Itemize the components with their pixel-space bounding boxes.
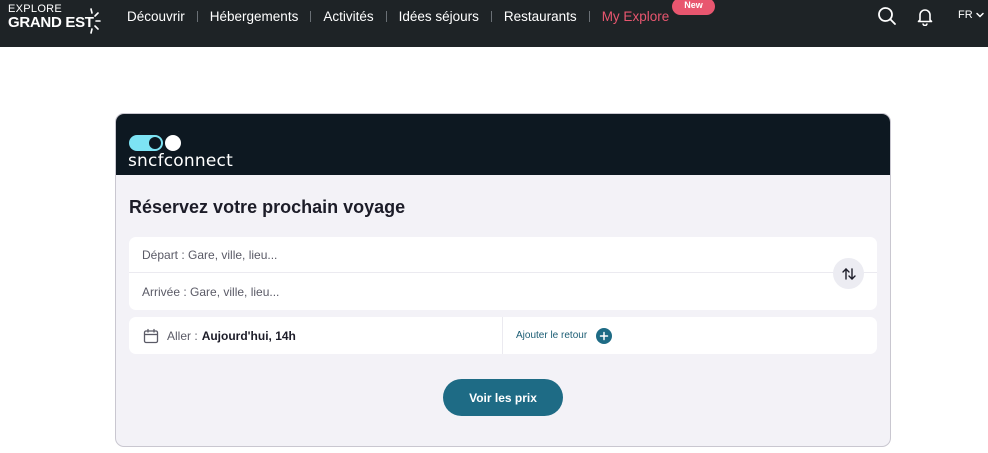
- booking-title: Réservez votre prochain voyage: [129, 197, 406, 217]
- nav-divider: [490, 11, 492, 22]
- swap-stations-button[interactable]: [833, 258, 864, 289]
- nav-divider: [310, 11, 312, 22]
- nav-item-idees-sejours[interactable]: Idées séjours: [399, 9, 479, 24]
- top-navigation-bar: EXPLORE GRAND EST Découvrir Hébergements…: [0, 0, 988, 47]
- sncf-toggle-logo-icon: [129, 135, 181, 151]
- sncf-booking-widget: sncfconnect Réservez votre prochain voya…: [115, 113, 891, 447]
- arrival-placeholder: Arrivée : Gare, ville, lieu...: [142, 285, 280, 299]
- nav-item-decouvrir[interactable]: Découvrir: [127, 9, 185, 24]
- swap-arrows-icon: [841, 267, 856, 280]
- add-return-label: Ajouter le retour: [516, 330, 588, 341]
- add-return-button[interactable]: Ajouter le retour: [516, 317, 613, 354]
- voir-les-prix-button[interactable]: Voir les prix: [443, 379, 563, 416]
- sun-burst-icon: [90, 8, 101, 34]
- bell-icon[interactable]: [915, 6, 935, 27]
- departure-placeholder: Départ : Gare, ville, lieu...: [142, 247, 278, 262]
- main-nav: Découvrir Hébergements Activités Idées s…: [127, 0, 669, 33]
- outbound-value: Aujourd'hui, 14h: [201, 328, 296, 343]
- sncf-connect-wordmark: sncfconnect: [128, 151, 233, 171]
- chevron-down-icon: [975, 12, 984, 18]
- language-selector[interactable]: FR: [958, 9, 985, 21]
- plus-circle-icon: [596, 327, 613, 344]
- nav-divider: [385, 11, 387, 22]
- explore-grand-est-logo[interactable]: EXPLORE GRAND EST: [8, 2, 102, 42]
- date-fields: Aller : Aujourd'hui, 14h Ajouter le reto…: [129, 317, 877, 354]
- new-badge: New: [672, 0, 715, 15]
- nav-item-my-explore[interactable]: My Explore: [602, 9, 670, 24]
- nav-item-activites[interactable]: Activités: [323, 9, 373, 24]
- route-fields: Départ : Gare, ville, lieu... Arrivée : …: [129, 237, 877, 310]
- nav-divider: [196, 11, 198, 22]
- calendar-icon: [143, 328, 159, 343]
- logo-line-2: GRAND EST: [8, 14, 94, 31]
- departure-field[interactable]: Départ : Gare, ville, lieu...: [129, 237, 877, 273]
- nav-divider: [588, 11, 590, 22]
- outbound-label: Aller :: [167, 328, 198, 343]
- nav-item-restaurants[interactable]: Restaurants: [504, 9, 577, 24]
- nav-item-hebergements[interactable]: Hébergements: [210, 9, 299, 24]
- language-label: FR: [958, 9, 973, 21]
- arrival-field[interactable]: Arrivée : Gare, ville, lieu...: [129, 274, 877, 310]
- search-icon[interactable]: [877, 6, 897, 26]
- sncf-connect-header: sncfconnect: [116, 114, 890, 175]
- outbound-date-field[interactable]: Aller : Aujourd'hui, 14h: [129, 317, 503, 354]
